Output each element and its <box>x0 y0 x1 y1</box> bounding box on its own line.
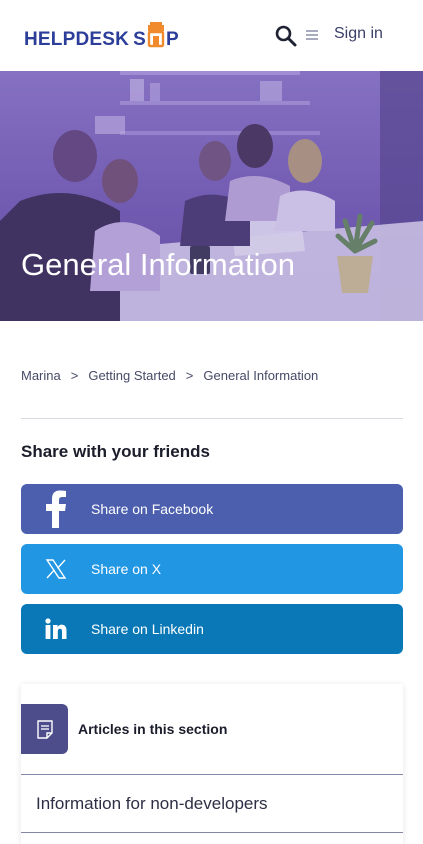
logo-text-p: P <box>165 29 179 50</box>
hamburger-menu-icon[interactable] <box>305 27 319 43</box>
document-icon <box>21 704 68 754</box>
share-linkedin-button[interactable]: Share on Linkedin <box>21 604 403 654</box>
share-heading: Share with your friends <box>21 442 210 461</box>
articles-divider <box>21 774 403 775</box>
articles-section-card: Articles in this section Information for… <box>21 684 403 844</box>
logo-text-s: S <box>133 29 146 50</box>
facebook-icon <box>21 484 91 534</box>
articles-divider <box>21 832 403 833</box>
store-awning-icon <box>147 22 165 50</box>
article-link[interactable]: Information for non-developers <box>36 794 268 814</box>
section-divider <box>21 418 403 419</box>
share-x-label: Share on X <box>91 561 162 577</box>
hero-background-image <box>0 71 423 321</box>
breadcrumb-item-marina[interactable]: Marina <box>21 368 61 383</box>
breadcrumb-separator: > <box>185 368 194 383</box>
breadcrumb: Marina > Getting Started > General Infor… <box>21 368 318 383</box>
helpdesk-shop-logo[interactable]: HELPDESK S P <box>24 20 179 50</box>
logo-text-helpdesk: HELPDESK <box>24 29 130 50</box>
site-header: HELPDESK S P Sign in <box>0 0 423 71</box>
articles-section-title: Articles in this section <box>78 721 228 737</box>
breadcrumb-item-getting-started[interactable]: Getting Started <box>88 368 175 383</box>
hero-banner: General Information <box>0 71 423 321</box>
sign-in-link[interactable]: Sign in <box>334 25 383 43</box>
breadcrumb-separator: > <box>70 368 79 383</box>
share-facebook-button[interactable]: Share on Facebook <box>21 484 403 534</box>
breadcrumb-item-general-information[interactable]: General Information <box>203 368 318 383</box>
page-title: General Information <box>21 247 295 282</box>
share-x-button[interactable]: Share on X <box>21 544 403 594</box>
share-linkedin-label: Share on Linkedin <box>91 621 204 637</box>
share-facebook-label: Share on Facebook <box>91 501 214 517</box>
search-icon[interactable] <box>274 24 298 48</box>
linkedin-icon <box>21 604 91 654</box>
x-logo-icon <box>21 544 91 594</box>
logo-text-shop: S P <box>133 22 179 50</box>
